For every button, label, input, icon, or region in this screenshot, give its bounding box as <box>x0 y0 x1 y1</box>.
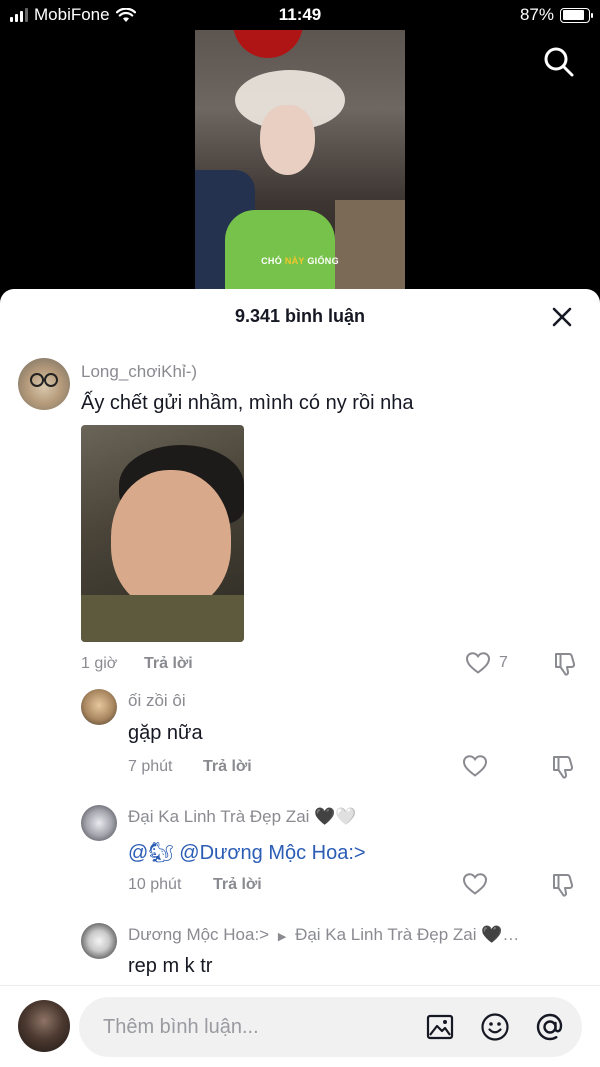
reply-to-author[interactable]: Đại Ka Linh Trà Đẹp Zai 🖤… <box>295 925 519 944</box>
dislike-icon[interactable] <box>550 754 576 780</box>
comment-time: 7 phút <box>128 758 173 775</box>
reply-item: Dương Mộc Hoa:> ▶ Đại Ka Linh Trà Đẹp Za… <box>0 921 600 985</box>
reply-button[interactable]: Trả lời <box>213 876 262 894</box>
status-bar: MobiFone 11:49 87% <box>0 0 600 30</box>
comment-time: 10 phút <box>128 876 182 893</box>
clock: 11:49 <box>278 5 322 24</box>
like-button[interactable]: 7 <box>465 651 508 675</box>
comment-text: Ấy chết gửi nhầm, mình có ny rồi nha <box>81 392 414 414</box>
reply-item: Đại Ka Linh Trà Đẹp Zai 🖤🤍 @🐿 @Dương Mộc… <box>0 803 600 918</box>
my-avatar[interactable] <box>18 1000 70 1052</box>
heart-icon[interactable] <box>462 754 488 778</box>
comments-sheet: 9.341 bình luận Long_chơiKhỉ-) Ấy chết g… <box>0 289 600 1067</box>
dislike-icon[interactable] <box>550 872 576 898</box>
reply-item: ối zồi ôi gặp nữa 7 phút Trả lời <box>0 687 600 797</box>
heart-icon[interactable] <box>462 872 488 896</box>
mention-tag[interactable]: @Dương Mộc Hoa:> <box>179 842 365 864</box>
comment-input[interactable] <box>103 997 423 1057</box>
avatar[interactable] <box>81 805 117 841</box>
video-player[interactable]: CHÓ NÀY GIỐNG <box>195 30 405 292</box>
avatar-glasses-icon <box>30 373 58 387</box>
comment-author[interactable]: Dương Mộc Hoa:> ▶ Đại Ka Linh Trà Đẹp Za… <box>128 925 519 945</box>
comment-count-title: 9.341 bình luận <box>234 306 366 326</box>
comment-text: @🐿 @Dương Mộc Hoa:> <box>128 840 366 865</box>
battery-percent: 87% <box>519 5 554 24</box>
dislike-icon[interactable] <box>552 651 578 677</box>
mention-tag[interactable]: @🐿 <box>128 842 174 864</box>
reply-button[interactable]: Trả lời <box>203 758 252 776</box>
comment-author[interactable]: Long_chơiKhỉ-) <box>81 362 197 382</box>
comment-author[interactable]: Đại Ka Linh Trà Đẹp Zai 🖤🤍 <box>128 807 356 827</box>
reply-button[interactable]: Trả lời <box>144 655 193 673</box>
comment-input-bar <box>0 985 600 1067</box>
search-icon[interactable] <box>542 45 576 79</box>
comment-list[interactable]: Long_chơiKhỉ-) Ấy chết gửi nhầm, mình có… <box>0 345 600 985</box>
comment-time: 1 giờ <box>81 655 118 672</box>
avatar[interactable] <box>81 689 117 725</box>
video-caption: CHÓ NÀY GIỐNG <box>261 256 339 266</box>
image-icon[interactable] <box>424 1011 456 1043</box>
comment-author[interactable]: ối zồi ôi <box>128 691 186 711</box>
sheet-header: 9.341 bình luận <box>0 289 600 345</box>
comment-item: Long_chơiKhỉ-) Ấy chết gửi nhầm, mình có… <box>0 345 600 685</box>
battery-icon <box>560 7 593 23</box>
like-count: 7 <box>499 654 508 671</box>
comment-text: rep m k tr <box>128 955 213 977</box>
mention-icon[interactable] <box>534 1011 566 1043</box>
avatar[interactable] <box>18 358 70 410</box>
close-icon[interactable] <box>550 305 574 329</box>
comment-text: gặp nữa <box>128 722 203 744</box>
heart-icon <box>465 652 491 674</box>
avatar[interactable] <box>81 923 117 959</box>
reply-arrow-icon: ▶ <box>277 931 287 943</box>
comment-input-container[interactable] <box>79 997 582 1057</box>
emoji-icon[interactable] <box>479 1011 511 1043</box>
comment-photo[interactable] <box>81 425 244 642</box>
